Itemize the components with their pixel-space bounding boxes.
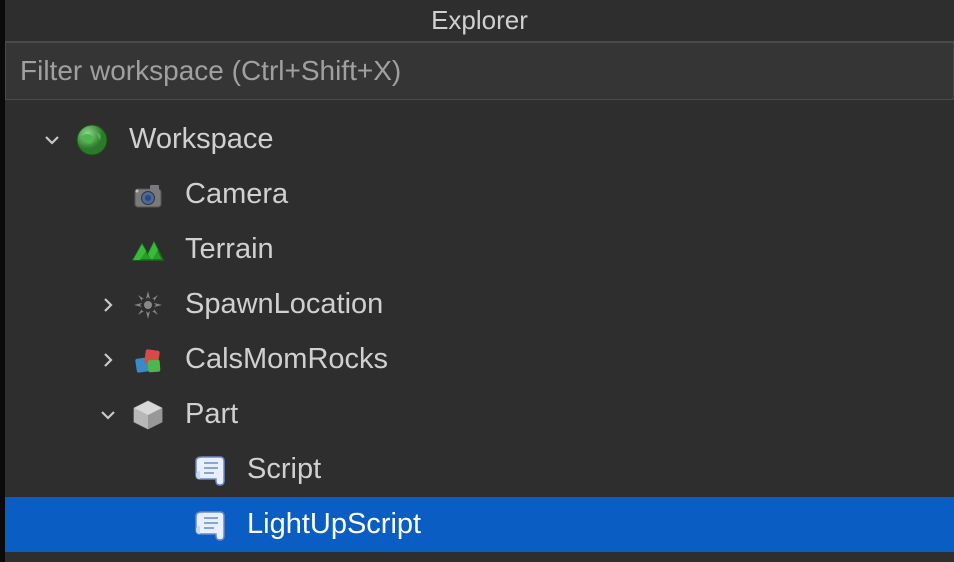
model-icon — [129, 341, 167, 379]
tree-item-label: LightUpScript — [247, 508, 421, 541]
chevron-down-icon[interactable] — [93, 400, 123, 430]
panel-title-label: Explorer — [431, 5, 528, 36]
script-icon — [191, 506, 229, 544]
explorer-tree: Workspace Camera Terrain SpawnLocation C… — [5, 100, 954, 552]
tree-item-label: Script — [247, 453, 321, 486]
tree-item-label: Part — [185, 398, 238, 431]
filter-input[interactable]: Filter workspace (Ctrl+Shift+X) — [5, 42, 954, 100]
chevron-right-icon[interactable] — [93, 345, 123, 375]
chevron-down-icon[interactable] — [37, 125, 67, 155]
filter-placeholder: Filter workspace (Ctrl+Shift+X) — [20, 55, 401, 87]
panel-title: Explorer — [5, 0, 954, 42]
tree-item-part[interactable]: Part — [5, 387, 954, 442]
tree-item-label: SpawnLocation — [185, 288, 383, 321]
tree-item-label: Workspace — [129, 123, 274, 156]
tree-item-workspace[interactable]: Workspace — [5, 112, 954, 167]
tree-item-camera[interactable]: Camera — [5, 167, 954, 222]
camera-icon — [129, 176, 167, 214]
script-icon — [191, 451, 229, 489]
tree-item-lightupscript[interactable]: LightUpScript — [5, 497, 954, 552]
part-icon — [129, 396, 167, 434]
tree-item-calsmomrocks[interactable]: CalsMomRocks — [5, 332, 954, 387]
tree-item-label: CalsMomRocks — [185, 343, 388, 376]
workspace-icon — [73, 121, 111, 159]
terrain-icon — [129, 231, 167, 269]
tree-item-script[interactable]: Script — [5, 442, 954, 497]
chevron-right-icon[interactable] — [93, 290, 123, 320]
tree-item-label: Camera — [185, 178, 288, 211]
tree-item-spawnlocation[interactable]: SpawnLocation — [5, 277, 954, 332]
spawnlocation-icon — [129, 286, 167, 324]
tree-item-label: Terrain — [185, 233, 274, 266]
tree-item-terrain[interactable]: Terrain — [5, 222, 954, 277]
